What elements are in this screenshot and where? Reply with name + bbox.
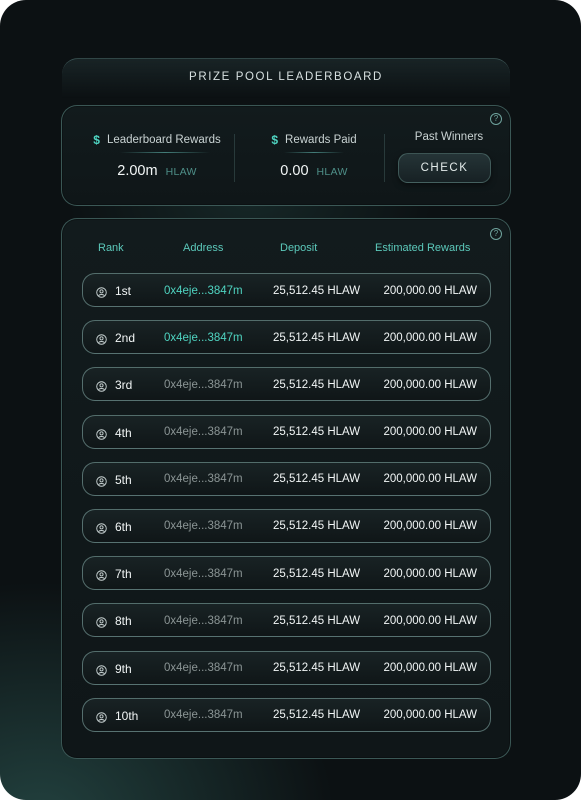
row-estimated-reward: 200,000.00 HLAW: [383, 473, 477, 486]
table-row[interactable]: 4th 0x4eje...3847m 25,512.45 HLAW 200,000.0…: [82, 414, 491, 449]
user-icon: [96, 568, 107, 581]
stat-divider: [234, 134, 235, 182]
title-card: PRIZE POOL LEADERBOARD: [62, 58, 510, 98]
row-rank: 4th: [115, 425, 132, 440]
table-row[interactable]: 6th 0x4eje...3847m 25,512.45 HLAW 200,000.0…: [82, 508, 491, 543]
rewards-paid-value: 0.00: [280, 163, 309, 179]
leaderboard-rewards-stat: $ Leaderboard Rewards 2.00m HLAW: [82, 106, 232, 205]
check-past-winners-button[interactable]: CHECK: [398, 153, 491, 183]
stats-card: ? $ Leaderboard Rewards 2.00m HLAW $ Rew…: [61, 105, 511, 206]
row-rank: 9th: [115, 661, 132, 676]
column-header-estimated-rewards: Estimated Rewards: [375, 242, 471, 254]
row-deposit: 25,512.45 HLAW: [273, 331, 361, 344]
table-row[interactable]: 8th 0x4eje...3847m 25,512.45 HLAW 200,000.0…: [82, 603, 491, 638]
user-icon: [96, 427, 107, 440]
row-deposit: 25,512.45 HLAW: [273, 567, 361, 580]
row-estimated-reward: 200,000.00 HLAW: [383, 520, 477, 533]
table-row[interactable]: 9th 0x4eje...3847m 25,512.45 HLAW 200,000.0…: [82, 650, 491, 685]
row-estimated-reward: 200,000.00 HLAW: [383, 331, 477, 344]
row-estimated-reward: 200,000.00 HLAW: [383, 378, 477, 391]
row-deposit: 25,512.45 HLAW: [273, 378, 361, 391]
column-header-rank: Rank: [98, 242, 124, 254]
past-winners-label: Past Winners: [414, 131, 484, 143]
table-row[interactable]: 10th 0x4eje...3847m 25,512.45 HLAW 200,000.…: [82, 697, 491, 732]
leaderboard-rewards-label: Leaderboard Rewards: [106, 134, 221, 146]
stat-divider: [384, 134, 385, 182]
stat-underline: [120, 152, 210, 153]
stat-underline: [284, 152, 344, 153]
past-winners-section: Past Winners CHECK: [394, 106, 504, 205]
user-icon: [96, 474, 107, 487]
row-address[interactable]: 0x4eje...3847m: [164, 426, 243, 438]
row-rank: 3rd: [115, 378, 133, 393]
leaderboard-rewards-value: 2.00m: [117, 163, 158, 179]
dollar-icon: $: [271, 133, 279, 147]
table-row[interactable]: 7th 0x4eje...3847m 25,512.45 HLAW 200,000.0…: [82, 556, 491, 591]
row-estimated-reward: 200,000.00 HLAW: [383, 709, 477, 722]
row-rank: 2nd: [115, 331, 136, 346]
row-address[interactable]: 0x4eje...3847m: [164, 520, 243, 532]
row-address[interactable]: 0x4eje...3847m: [164, 332, 243, 344]
row-rank: 10th: [115, 708, 139, 723]
dollar-icon: $: [93, 133, 100, 147]
row-deposit: 25,512.45 HLAW: [273, 614, 361, 627]
table-row[interactable]: 3rd 0x4eje...3847m 25,512.45 HLAW 200,000.0…: [82, 367, 491, 402]
row-address[interactable]: 0x4eje...3847m: [164, 615, 243, 627]
user-icon: [96, 332, 107, 345]
user-icon: [96, 521, 107, 534]
row-deposit: 25,512.45 HLAW: [273, 473, 361, 486]
row-estimated-reward: 200,000.00 HLAW: [383, 614, 477, 627]
row-deposit: 25,512.45 HLAW: [273, 709, 361, 722]
table-row[interactable]: 2nd 0x4eje...3847m 25,512.45 HLAW 200,000.0…: [82, 320, 491, 355]
row-address[interactable]: 0x4eje...3847m: [164, 568, 243, 580]
app-frame: PRIZE POOL LEADERBOARD ? $ Leaderboard R…: [0, 0, 581, 800]
column-header-address: Address: [183, 242, 224, 254]
rewards-paid-label: Rewards Paid: [285, 134, 357, 146]
row-deposit: 25,512.45 HLAW: [273, 426, 361, 439]
row-rank: 7th: [115, 567, 132, 582]
row-rank: 8th: [115, 614, 132, 629]
user-icon: [96, 285, 107, 298]
row-address[interactable]: 0x4eje...3847m: [164, 285, 243, 297]
table-row[interactable]: 1st 0x4eje...3847m 25,512.45 HLAW 200,000.0…: [82, 273, 491, 307]
row-estimated-reward: 200,000.00 HLAW: [383, 426, 477, 439]
leaderboard-rows: 1st 0x4eje...3847m 25,512.45 HLAW 200,000.0…: [82, 273, 491, 745]
user-icon: [96, 615, 107, 629]
user-icon: [96, 710, 107, 723]
row-rank: 1st: [115, 284, 132, 298]
leaderboard-rewards-unit: HLAW: [165, 166, 197, 178]
user-icon: [96, 379, 107, 393]
rewards-paid-unit: HLAW: [316, 166, 348, 178]
rewards-paid-stat: $ Rewards Paid 0.00 HLAW: [244, 106, 384, 205]
row-estimated-reward: 200,000.00 HLAW: [383, 567, 477, 580]
page-title: PRIZE POOL LEADERBOARD: [189, 71, 383, 83]
table-row[interactable]: 5th 0x4eje...3847m 25,512.45 HLAW 200,000.0…: [82, 461, 491, 496]
row-address[interactable]: 0x4eje...3847m: [164, 379, 243, 391]
row-rank: 5th: [115, 472, 132, 487]
row-deposit: 25,512.45 HLAW: [273, 520, 361, 533]
row-address[interactable]: 0x4eje...3847m: [164, 709, 243, 721]
row-address[interactable]: 0x4eje...3847m: [164, 662, 243, 674]
column-header-deposit: Deposit: [280, 242, 318, 254]
help-icon[interactable]: ?: [490, 228, 502, 240]
row-deposit: 25,512.45 HLAW: [273, 284, 361, 297]
row-address[interactable]: 0x4eje...3847m: [164, 473, 243, 485]
leaderboard-card: ? Rank Address Deposit Estimated Rewards…: [61, 218, 511, 759]
user-icon: [96, 663, 107, 676]
row-estimated-reward: 200,000.00 HLAW: [383, 662, 477, 674]
row-estimated-reward: 200,000.00 HLAW: [383, 284, 477, 297]
row-deposit: 25,512.45 HLAW: [273, 662, 361, 674]
row-rank: 6th: [115, 519, 132, 534]
